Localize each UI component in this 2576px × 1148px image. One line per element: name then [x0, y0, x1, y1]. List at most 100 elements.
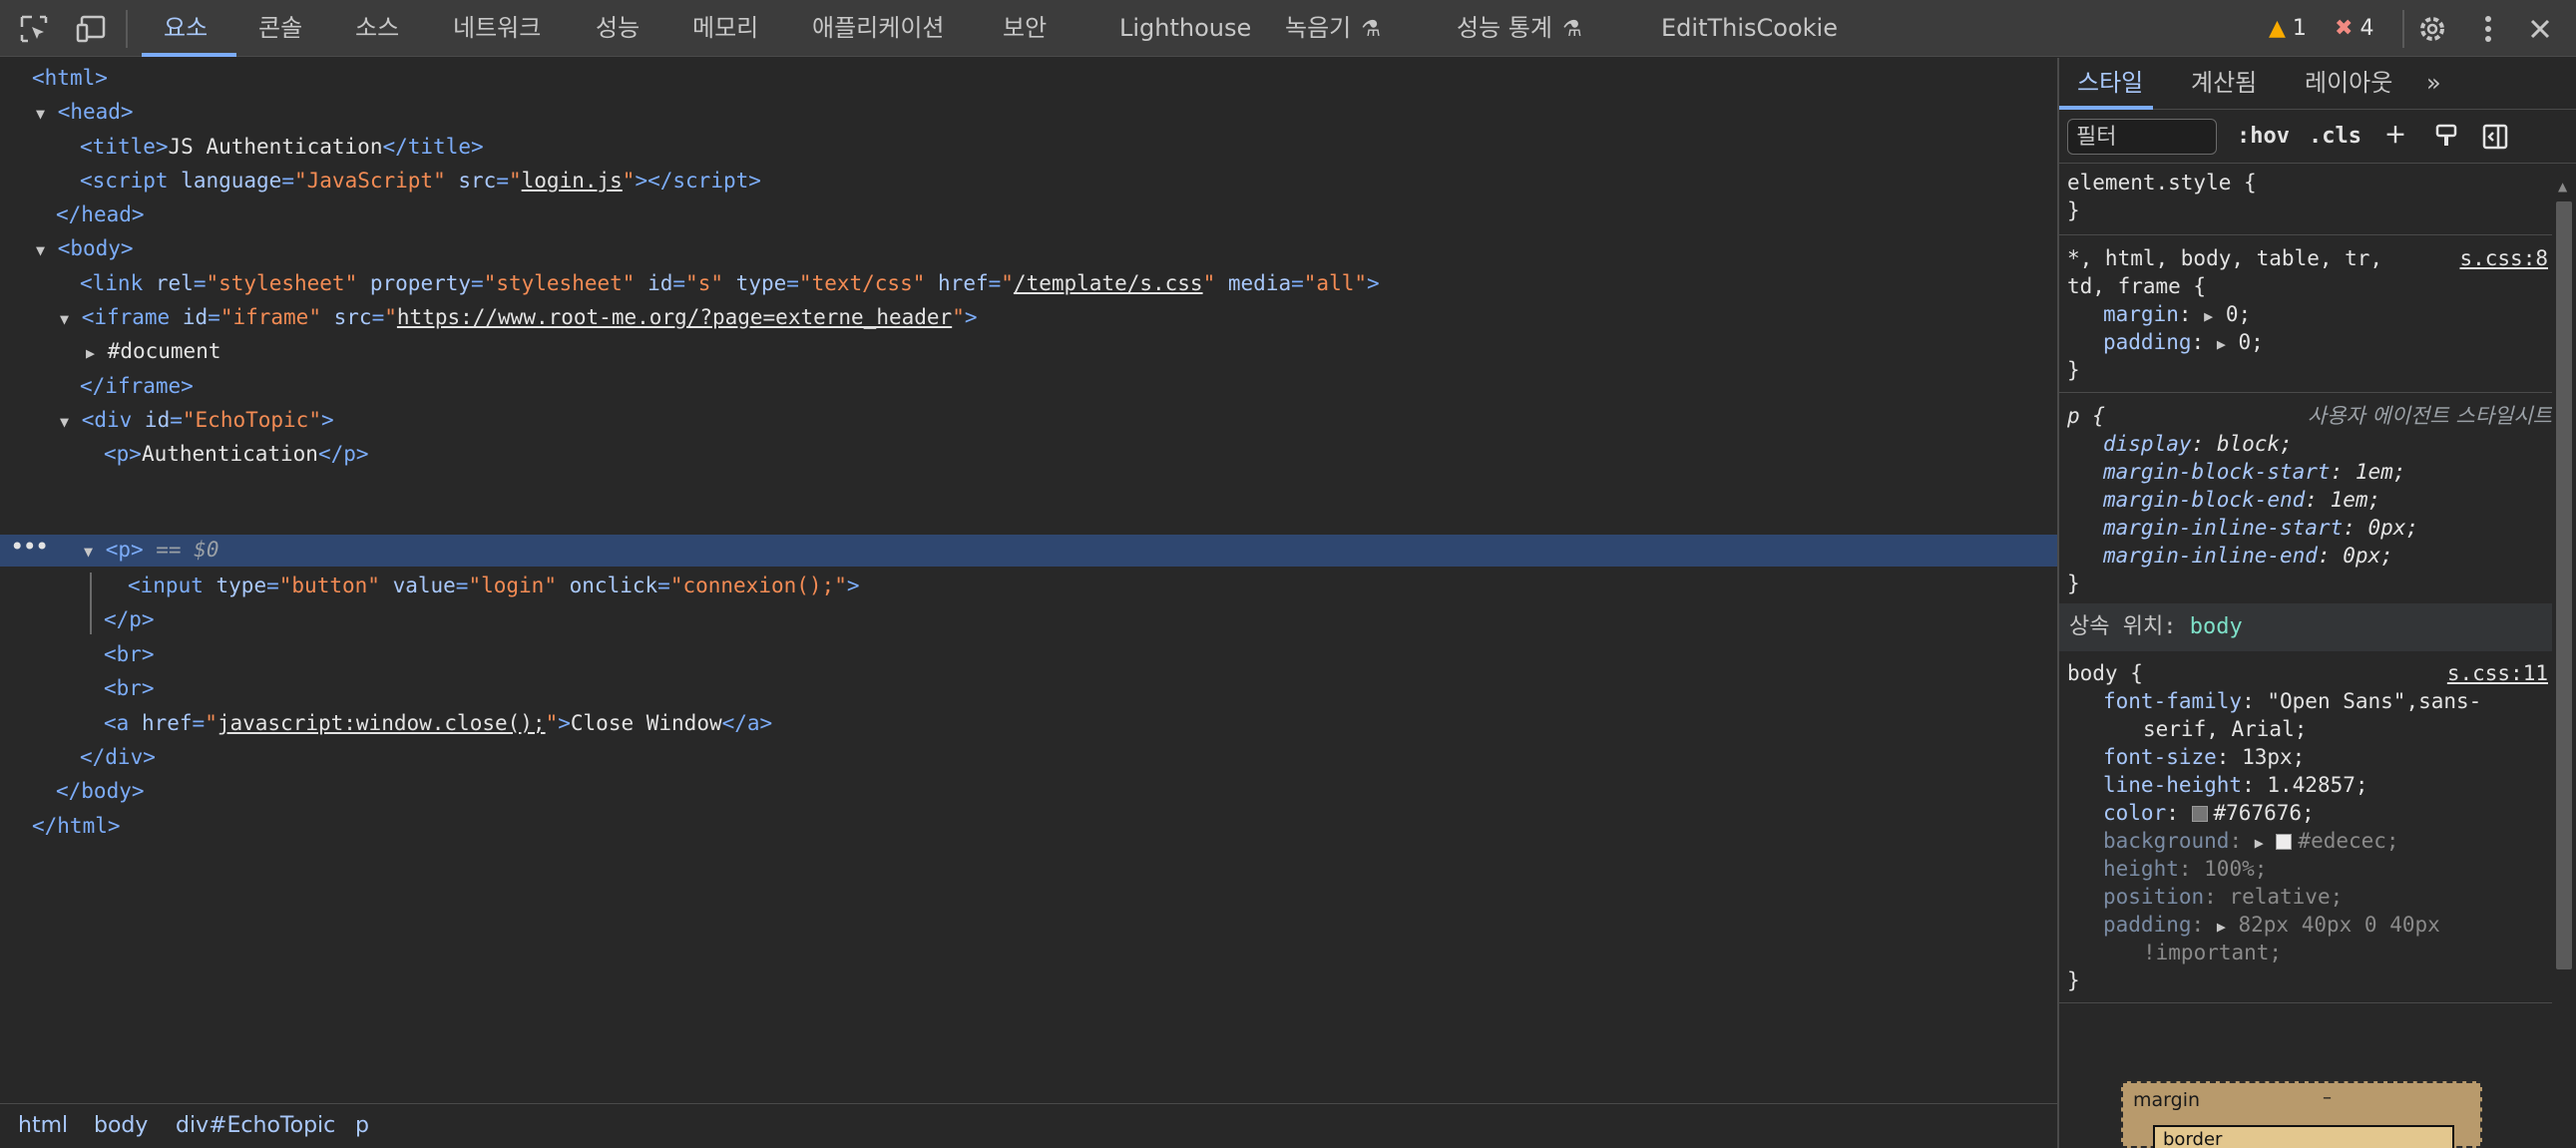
- node-actions-icon[interactable]: •••: [10, 533, 49, 561]
- tab-security[interactable]: 보안: [1003, 0, 1047, 57]
- tab-application[interactable]: 애플리케이션: [812, 0, 944, 57]
- toggle-sidebar-icon[interactable]: [2482, 119, 2508, 155]
- close-icon[interactable]: [2522, 12, 2558, 46]
- dom-node-p-close[interactable]: </p>: [104, 602, 155, 636]
- more-tabs-icon[interactable]: »: [2426, 58, 2441, 110]
- tab-lighthouse[interactable]: Lighthouse: [1119, 0, 1251, 57]
- breadcrumb-div[interactable]: div#EchoTopic: [176, 1104, 335, 1148]
- tab-sources[interactable]: 소스: [355, 0, 399, 57]
- line-height-declaration[interactable]: line-height: 1.42857;: [2103, 771, 2368, 799]
- rule-separator: [2059, 234, 2552, 235]
- universal-rule-source-link[interactable]: s.css:8: [2459, 244, 2548, 272]
- scroll-up-icon[interactable]: ▲: [2558, 180, 2567, 193]
- padding-body-declaration[interactable]: padding: ▶ 82px 40px 0 40px: [2103, 911, 2440, 939]
- script-src-link[interactable]: login.js: [522, 169, 623, 192]
- styles-scrollbar[interactable]: ▲: [2552, 178, 2576, 1148]
- universal-rule-selector[interactable]: *, html, body, table, tr,: [2067, 244, 2382, 272]
- position-declaration[interactable]: position: relative;: [2103, 883, 2343, 911]
- dom-node-title[interactable]: <title>JS Authentication</title>: [80, 130, 484, 164]
- inherited-from-header: 상속 위치: body: [2059, 603, 2552, 651]
- box-model-border: border: [2153, 1125, 2454, 1148]
- inherited-from-link[interactable]: body: [2190, 614, 2243, 639]
- active-tab-indicator: [142, 53, 236, 57]
- more-icon[interactable]: [2470, 12, 2506, 46]
- styles-filter-input[interactable]: [2067, 119, 2217, 155]
- ua-p-selector[interactable]: p {: [2067, 402, 2105, 430]
- dom-node-iframe-close[interactable]: </iframe>: [80, 369, 194, 403]
- expand-triangle-icon[interactable]: ▼: [60, 310, 69, 328]
- dom-node-script[interactable]: <script language="JavaScript" src="login…: [80, 164, 761, 197]
- tab-layout[interactable]: 레이아웃: [2305, 58, 2392, 110]
- element-style-selector[interactable]: element.style {: [2067, 169, 2257, 196]
- dom-node-html[interactable]: <html>: [32, 61, 108, 95]
- tab-network[interactable]: 네트워크: [453, 0, 541, 57]
- errors-counter[interactable]: ✖ 4: [2335, 0, 2373, 57]
- dom-node-p-selected[interactable]: ▼ <p> == $0: [84, 533, 219, 567]
- inspect-icon[interactable]: [16, 12, 52, 46]
- body-rule-source-link[interactable]: s.css:11: [2447, 659, 2548, 687]
- padding-declaration[interactable]: padding: ▶ 0;: [2103, 328, 2264, 356]
- dom-node-iframe[interactable]: ▼ <iframe id="iframe" src="https://www.r…: [60, 300, 978, 334]
- dom-node-head[interactable]: ▼ <head>: [36, 95, 134, 129]
- tab-recorder-label: 녹음기: [1285, 14, 1352, 42]
- box-model-margin-value[interactable]: –: [2323, 1087, 2332, 1108]
- tab-recorder[interactable]: 녹음기 ⚗: [1285, 0, 1381, 57]
- dom-node-head-close[interactable]: </head>: [56, 197, 145, 231]
- rule-close-brace: }: [2067, 358, 2080, 382]
- hover-state-button[interactable]: :hov: [2237, 119, 2290, 155]
- breadcrumb-html[interactable]: html: [18, 1104, 68, 1148]
- tab-editthiscookie[interactable]: EditThisCookie: [1661, 0, 1838, 57]
- body-rule-selector[interactable]: body {: [2067, 659, 2143, 687]
- breadcrumb: html body div#EchoTopic p: [0, 1103, 2057, 1148]
- expand-triangle-icon[interactable]: ▼: [36, 241, 45, 259]
- dom-node-div-close[interactable]: </div>: [80, 740, 156, 774]
- iframe-src-link[interactable]: https://www.root-me.org/?page=externe_he…: [397, 305, 952, 329]
- dom-node-div[interactable]: ▼ <div id="EchoTopic">: [60, 403, 334, 437]
- warning-icon: ▲: [2269, 16, 2286, 41]
- tab-computed[interactable]: 계산됨: [2191, 58, 2257, 110]
- universal-rule-selector-cont[interactable]: td, frame {: [2067, 272, 2206, 300]
- expand-triangle-icon[interactable]: ▼: [60, 413, 69, 431]
- rule-close-brace: }: [2067, 968, 2080, 992]
- new-rule-icon[interactable]: ＋: [2384, 119, 2406, 155]
- margin-declaration[interactable]: margin: ▶ 0;: [2103, 300, 2251, 328]
- dom-node-body[interactable]: ▼ <body>: [36, 231, 134, 265]
- dom-node-br[interactable]: <br>: [104, 637, 155, 671]
- a-href-link[interactable]: javascript:window.close();: [217, 711, 546, 735]
- scrollbar-thumb[interactable]: [2556, 201, 2572, 969]
- background-declaration[interactable]: background: ▶ #edecec;: [2103, 827, 2399, 855]
- expand-triangle-icon[interactable]: ▼: [84, 543, 93, 561]
- color-swatch[interactable]: [2191, 806, 2208, 822]
- devtools-toolbar: 요소 콘솔 소스 네트워크 성능 메모리 애플리케이션 보안 Lighthous…: [0, 0, 2576, 57]
- link-href-link[interactable]: /template/s.css: [1014, 271, 1203, 295]
- tab-performance[interactable]: 성능: [596, 0, 640, 57]
- dom-node-html-close[interactable]: </html>: [32, 809, 121, 843]
- breadcrumb-p[interactable]: p: [355, 1104, 369, 1148]
- dom-node-a[interactable]: <a href="javascript:window.close();">Clo…: [104, 706, 772, 740]
- dom-node-link[interactable]: <link rel="stylesheet" property="stylesh…: [80, 266, 1380, 300]
- collapse-triangle-icon[interactable]: ▶: [86, 344, 95, 362]
- dom-node-p-text[interactable]: <p>Authentication</p>: [104, 437, 369, 471]
- tab-elements[interactable]: 요소: [164, 0, 208, 57]
- warnings-counter[interactable]: ▲ 1: [2269, 0, 2307, 57]
- font-family-declaration[interactable]: font-family: "Open Sans",sans-: [2103, 687, 2481, 715]
- height-declaration[interactable]: height: 100%;: [2103, 855, 2267, 883]
- color-swatch[interactable]: [2276, 834, 2293, 850]
- color-declaration[interactable]: color: #767676;: [2103, 799, 2315, 827]
- device-icon[interactable]: [74, 12, 110, 46]
- dom-node-document[interactable]: ▶ #document: [86, 334, 220, 368]
- breadcrumb-body[interactable]: body: [94, 1104, 148, 1148]
- class-toggle-button[interactable]: .cls: [2309, 119, 2361, 155]
- expand-triangle-icon[interactable]: ▼: [36, 105, 45, 123]
- dom-node-input[interactable]: <input type="button" value="login" oncli…: [128, 569, 860, 602]
- tab-performance-insights[interactable]: 성능 통계 ⚗: [1457, 0, 1582, 57]
- dom-node-br[interactable]: <br>: [104, 671, 155, 705]
- tab-memory[interactable]: 메모리: [692, 0, 758, 57]
- box-model-border-label: border: [2163, 1129, 2223, 1148]
- dom-node-body-close[interactable]: </body>: [56, 774, 145, 808]
- font-size-declaration[interactable]: font-size: 13px;: [2103, 743, 2305, 771]
- paint-brush-icon[interactable]: [2434, 119, 2458, 155]
- tab-console[interactable]: 콘솔: [258, 0, 302, 57]
- gear-icon[interactable]: [2414, 12, 2450, 46]
- tab-styles[interactable]: 스타일: [2077, 58, 2143, 110]
